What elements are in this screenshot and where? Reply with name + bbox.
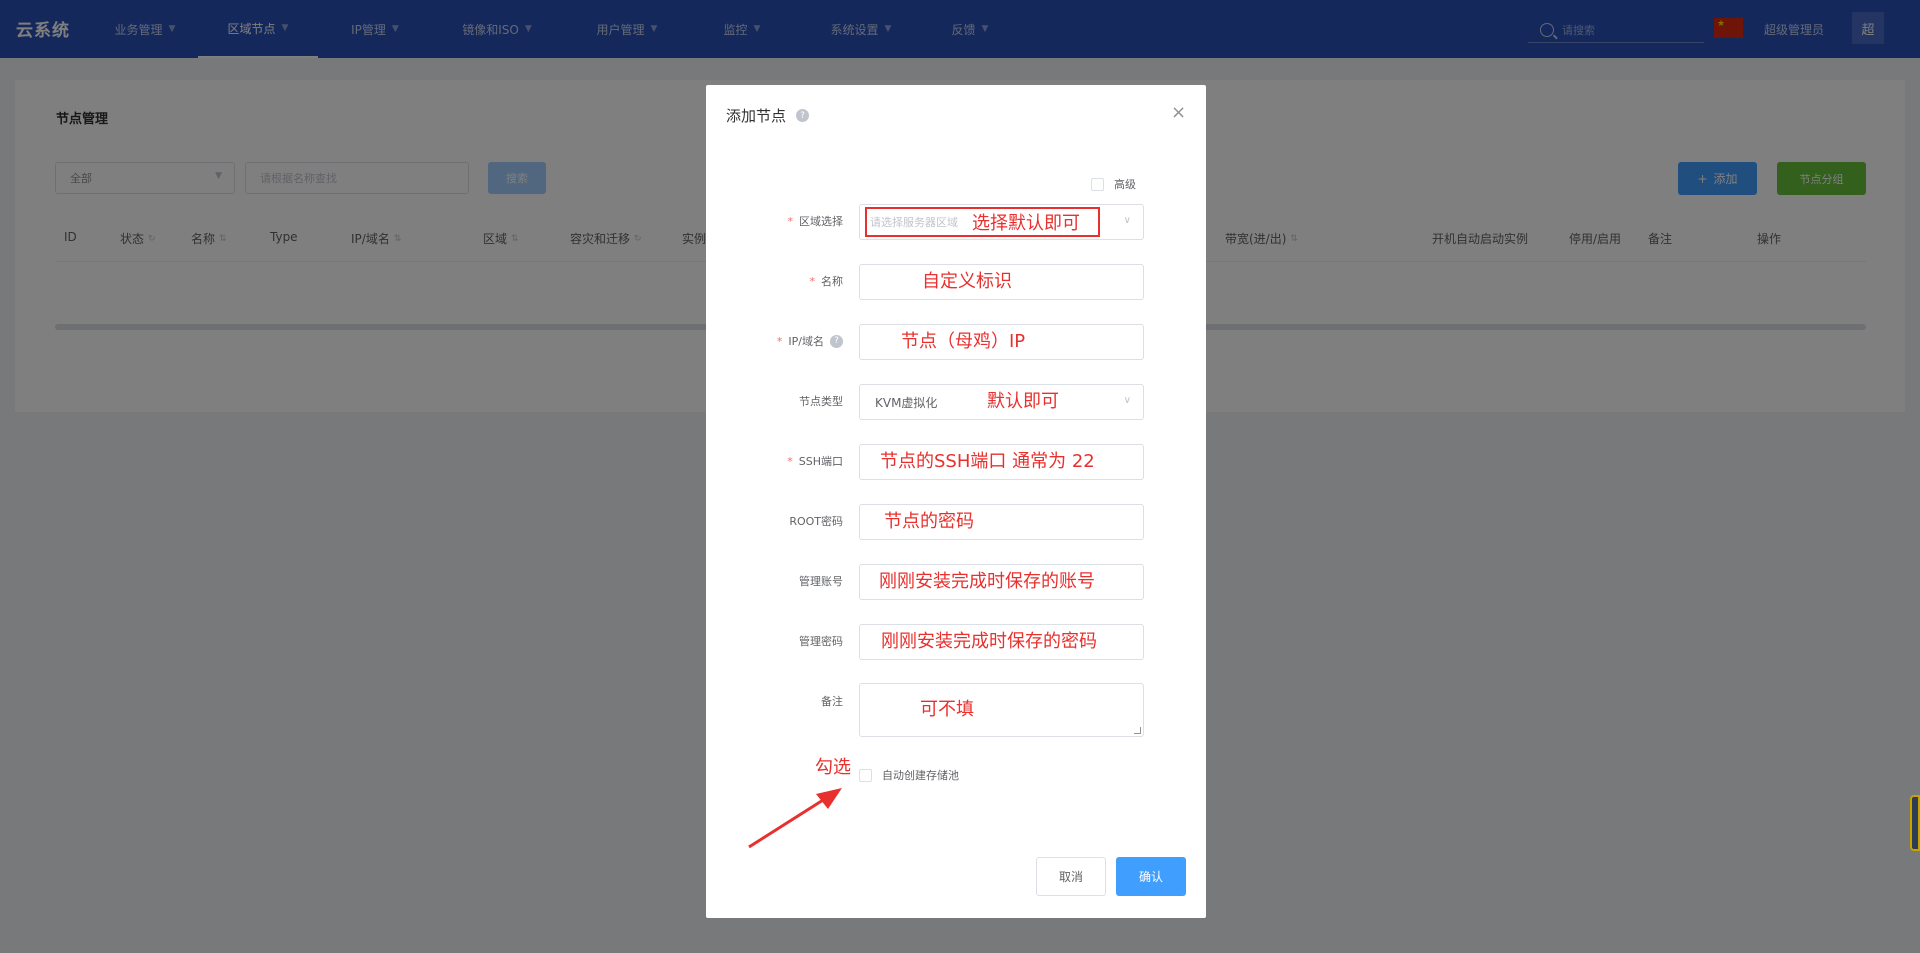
chevron-down-icon: ∨ [1123,395,1131,406]
advanced-label: 高级 [1114,178,1136,191]
ip-label: * IP/域名? [777,333,843,349]
root-password-label: ROOT密码 [789,513,843,529]
auto-create-checkbox[interactable] [859,768,872,782]
required-mark: * [809,274,816,288]
confirm-button[interactable]: 确认 [1116,857,1186,896]
dialog-title-text: 添加节点 [726,107,787,125]
field-label: 管理密码 [799,635,843,648]
node-type-label: 节点类型 [799,393,843,409]
close-icon[interactable]: × [1171,102,1186,123]
dialog-title: 添加节点 ? [726,105,810,126]
annotation-ip: 节点（母鸡）IP [901,331,1026,352]
ctrl-account-label: 管理账号 [799,573,843,589]
chevron-down-icon: ∨ [1123,215,1131,226]
annotation-auto-create: 勾选 [815,757,851,778]
remark-textarea[interactable] [859,683,1144,737]
required-mark: * [787,214,794,228]
auto-create-storage-toggle[interactable]: 自动创建存储池 [859,767,959,783]
annotation-remark: 可不填 [920,699,974,720]
remark-label: 备注 [821,693,843,709]
annotation-ctrl-password: 刚刚安装完成时保存的密码 [881,631,1097,652]
field-label: 区域选择 [799,215,843,228]
cancel-button[interactable]: 取消 [1036,857,1106,896]
field-label: SSH端口 [798,455,843,468]
annotation-ssh-port: 节点的SSH端口 通常为 22 [880,451,1095,472]
required-mark: * [776,334,783,348]
annotation-node-type: 默认即可 [987,391,1059,412]
region-label: * 区域选择 [788,213,844,229]
advanced-toggle[interactable]: 高级 [1091,176,1136,192]
side-floating-widget[interactable] [1910,795,1920,851]
help-icon[interactable]: ? [830,334,843,348]
advanced-checkbox[interactable] [1091,177,1104,191]
field-label: 管理账号 [799,575,843,588]
add-node-dialog: 添加节点 ? × 高级 * 区域选择 请选择服务器区域 ∨ * 名称 * IP/域名?… [706,85,1206,918]
ctrl-password-label: 管理密码 [799,633,843,649]
name-label: * 名称 [810,273,844,289]
annotation-name: 自定义标识 [922,271,1012,292]
field-label: 名称 [821,275,843,288]
field-label: 节点类型 [799,395,843,408]
annotation-arrow [748,788,842,849]
required-mark: * [787,454,793,468]
help-icon[interactable]: ? [796,109,810,122]
annotation-ctrl-account: 刚刚安装完成时保存的账号 [879,571,1095,592]
annotation-root-password: 节点的密码 [884,511,974,532]
field-label: IP/域名 [788,335,824,348]
field-label: ROOT密码 [789,515,843,528]
annotation-region: 选择默认即可 [972,213,1080,234]
ssh-port-label: * SSH端口 [787,453,843,469]
auto-create-label: 自动创建存储池 [882,769,959,782]
field-label: 备注 [821,695,843,708]
node-type-value: KVM虚拟化 [875,395,938,410]
